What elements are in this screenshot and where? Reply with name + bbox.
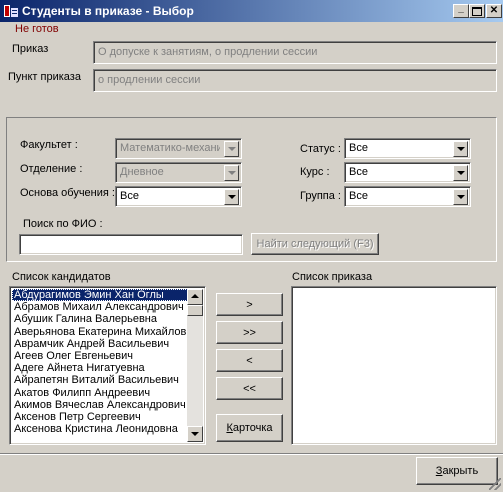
chevron-down-icon[interactable]	[224, 189, 239, 205]
list-item[interactable]: Абдурагимов Эмин Хан Оглы	[12, 289, 188, 302]
scroll-down-icon[interactable]	[187, 426, 203, 442]
list-item[interactable]: Аксенова Кристина Леонидовна	[12, 423, 188, 435]
card-label: Карточка	[217, 422, 282, 434]
list-item[interactable]: Аверьянова Екатерина Михайловна	[12, 326, 188, 338]
course-label: Курс :	[300, 166, 330, 178]
status-text: Не готов	[15, 23, 59, 35]
department-value: Дневное	[120, 166, 164, 178]
minimize-button[interactable]: _	[453, 3, 469, 18]
maximize-button[interactable]	[469, 4, 485, 18]
course-value: Все	[349, 166, 368, 178]
faculty-combo[interactable]: Математико-механи	[115, 138, 242, 159]
title-bar[interactable]: Студенты в приказе - Выбор _ ✕	[0, 0, 503, 22]
add-all-button[interactable]: >>	[216, 321, 283, 344]
search-label: Поиск по ФИО :	[23, 218, 103, 230]
list-item[interactable]: Акатов Филипп Андреевич	[12, 387, 188, 399]
order-item-field[interactable]: о продлении сессии	[93, 69, 497, 92]
find-next-button[interactable]: Найти следующий (F3)	[251, 233, 379, 255]
remove-label: <	[246, 354, 253, 367]
window-title: Студенты в приказе - Выбор	[22, 4, 194, 18]
scroll-up-icon[interactable]	[187, 289, 203, 305]
close-dialog-button[interactable]: Закрыть	[416, 457, 498, 485]
scroll-thumb[interactable]	[187, 305, 203, 316]
status-combo[interactable]: Все	[344, 138, 471, 159]
list-item[interactable]: Аксенов Петр Сергеевич	[12, 411, 188, 423]
order-list-label: Список приказа	[292, 271, 373, 283]
bottom-separator	[0, 453, 503, 455]
department-label: Отделение :	[20, 163, 83, 175]
candidates-label: Список кандидатов	[12, 271, 111, 283]
order-item-value: о продлении сессии	[98, 74, 201, 86]
order-value: О допуске к занятиям, о продлении сессии	[98, 46, 318, 58]
app-icon	[4, 5, 18, 17]
group-value: Все	[349, 190, 368, 202]
candidates-items: Абдурагимов Эмин Хан Оглы Абрамов Михаил …	[12, 289, 188, 435]
search-input[interactable]	[19, 234, 243, 255]
status-value: Все	[349, 142, 368, 154]
status-label: Статус :	[300, 143, 341, 155]
order-label: Приказ	[12, 43, 49, 55]
remove-all-label: <<	[243, 382, 256, 395]
close-button[interactable]: ✕	[486, 4, 502, 18]
list-item[interactable]: Агеев Олег Евгеньевич	[12, 350, 188, 362]
list-item[interactable]: Абушик Галина Валерьевна	[12, 313, 188, 325]
close-dialog-label: Закрыть	[417, 465, 497, 477]
study-basis-combo[interactable]: Все	[115, 186, 242, 207]
list-item[interactable]: Айрапетян Виталий Васильевич	[12, 374, 188, 386]
chevron-down-icon[interactable]	[453, 189, 468, 205]
add-button[interactable]: >	[216, 293, 283, 316]
list-item[interactable]: Акимов Вячеслав Александрович	[12, 399, 188, 411]
chevron-down-icon[interactable]	[453, 165, 468, 181]
close-icon: ✕	[489, 5, 499, 16]
card-label-rest: арточка	[232, 422, 273, 434]
order-item-label: Пункт приказа	[8, 71, 81, 83]
list-item[interactable]: Адеге Айнета Нигатуевна	[12, 362, 188, 374]
minimize-icon: _	[458, 3, 464, 14]
chevron-down-icon[interactable]	[224, 165, 239, 181]
add-all-label: >>	[243, 326, 256, 339]
order-list[interactable]	[291, 286, 497, 445]
close-label-rest: акрыть	[442, 465, 479, 477]
order-field[interactable]: О допуске к занятиям, о продлении сессии	[93, 41, 497, 64]
study-basis-value: Все	[120, 190, 139, 202]
study-basis-label: Основа обучения :	[20, 187, 115, 199]
faculty-value: Математико-механи	[120, 142, 220, 154]
chevron-down-icon[interactable]	[453, 141, 468, 157]
remove-all-button[interactable]: <<	[216, 377, 283, 400]
add-label: >	[246, 298, 253, 311]
candidates-scrollbar[interactable]	[187, 289, 203, 442]
list-item[interactable]: Аврамчик Андрей Васильевич	[12, 338, 188, 350]
candidates-list[interactable]: Абдурагимов Эмин Хан Оглы Абрамов Михаил …	[9, 286, 206, 445]
card-button[interactable]: Карточка	[216, 414, 283, 442]
course-combo[interactable]: Все	[344, 162, 471, 183]
faculty-label: Факультет :	[20, 139, 78, 151]
group-label: Группа :	[300, 190, 341, 202]
resize-grip-icon[interactable]	[489, 478, 501, 490]
list-item[interactable]: Абрамов Михаил Александрович	[12, 301, 188, 313]
maximize-icon	[472, 7, 482, 16]
find-next-label: Найти следующий (F3)	[256, 238, 374, 250]
department-combo[interactable]: Дневное	[115, 162, 242, 183]
group-combo[interactable]: Все	[344, 186, 471, 207]
remove-button[interactable]: <	[216, 349, 283, 372]
chevron-down-icon[interactable]	[224, 141, 239, 157]
